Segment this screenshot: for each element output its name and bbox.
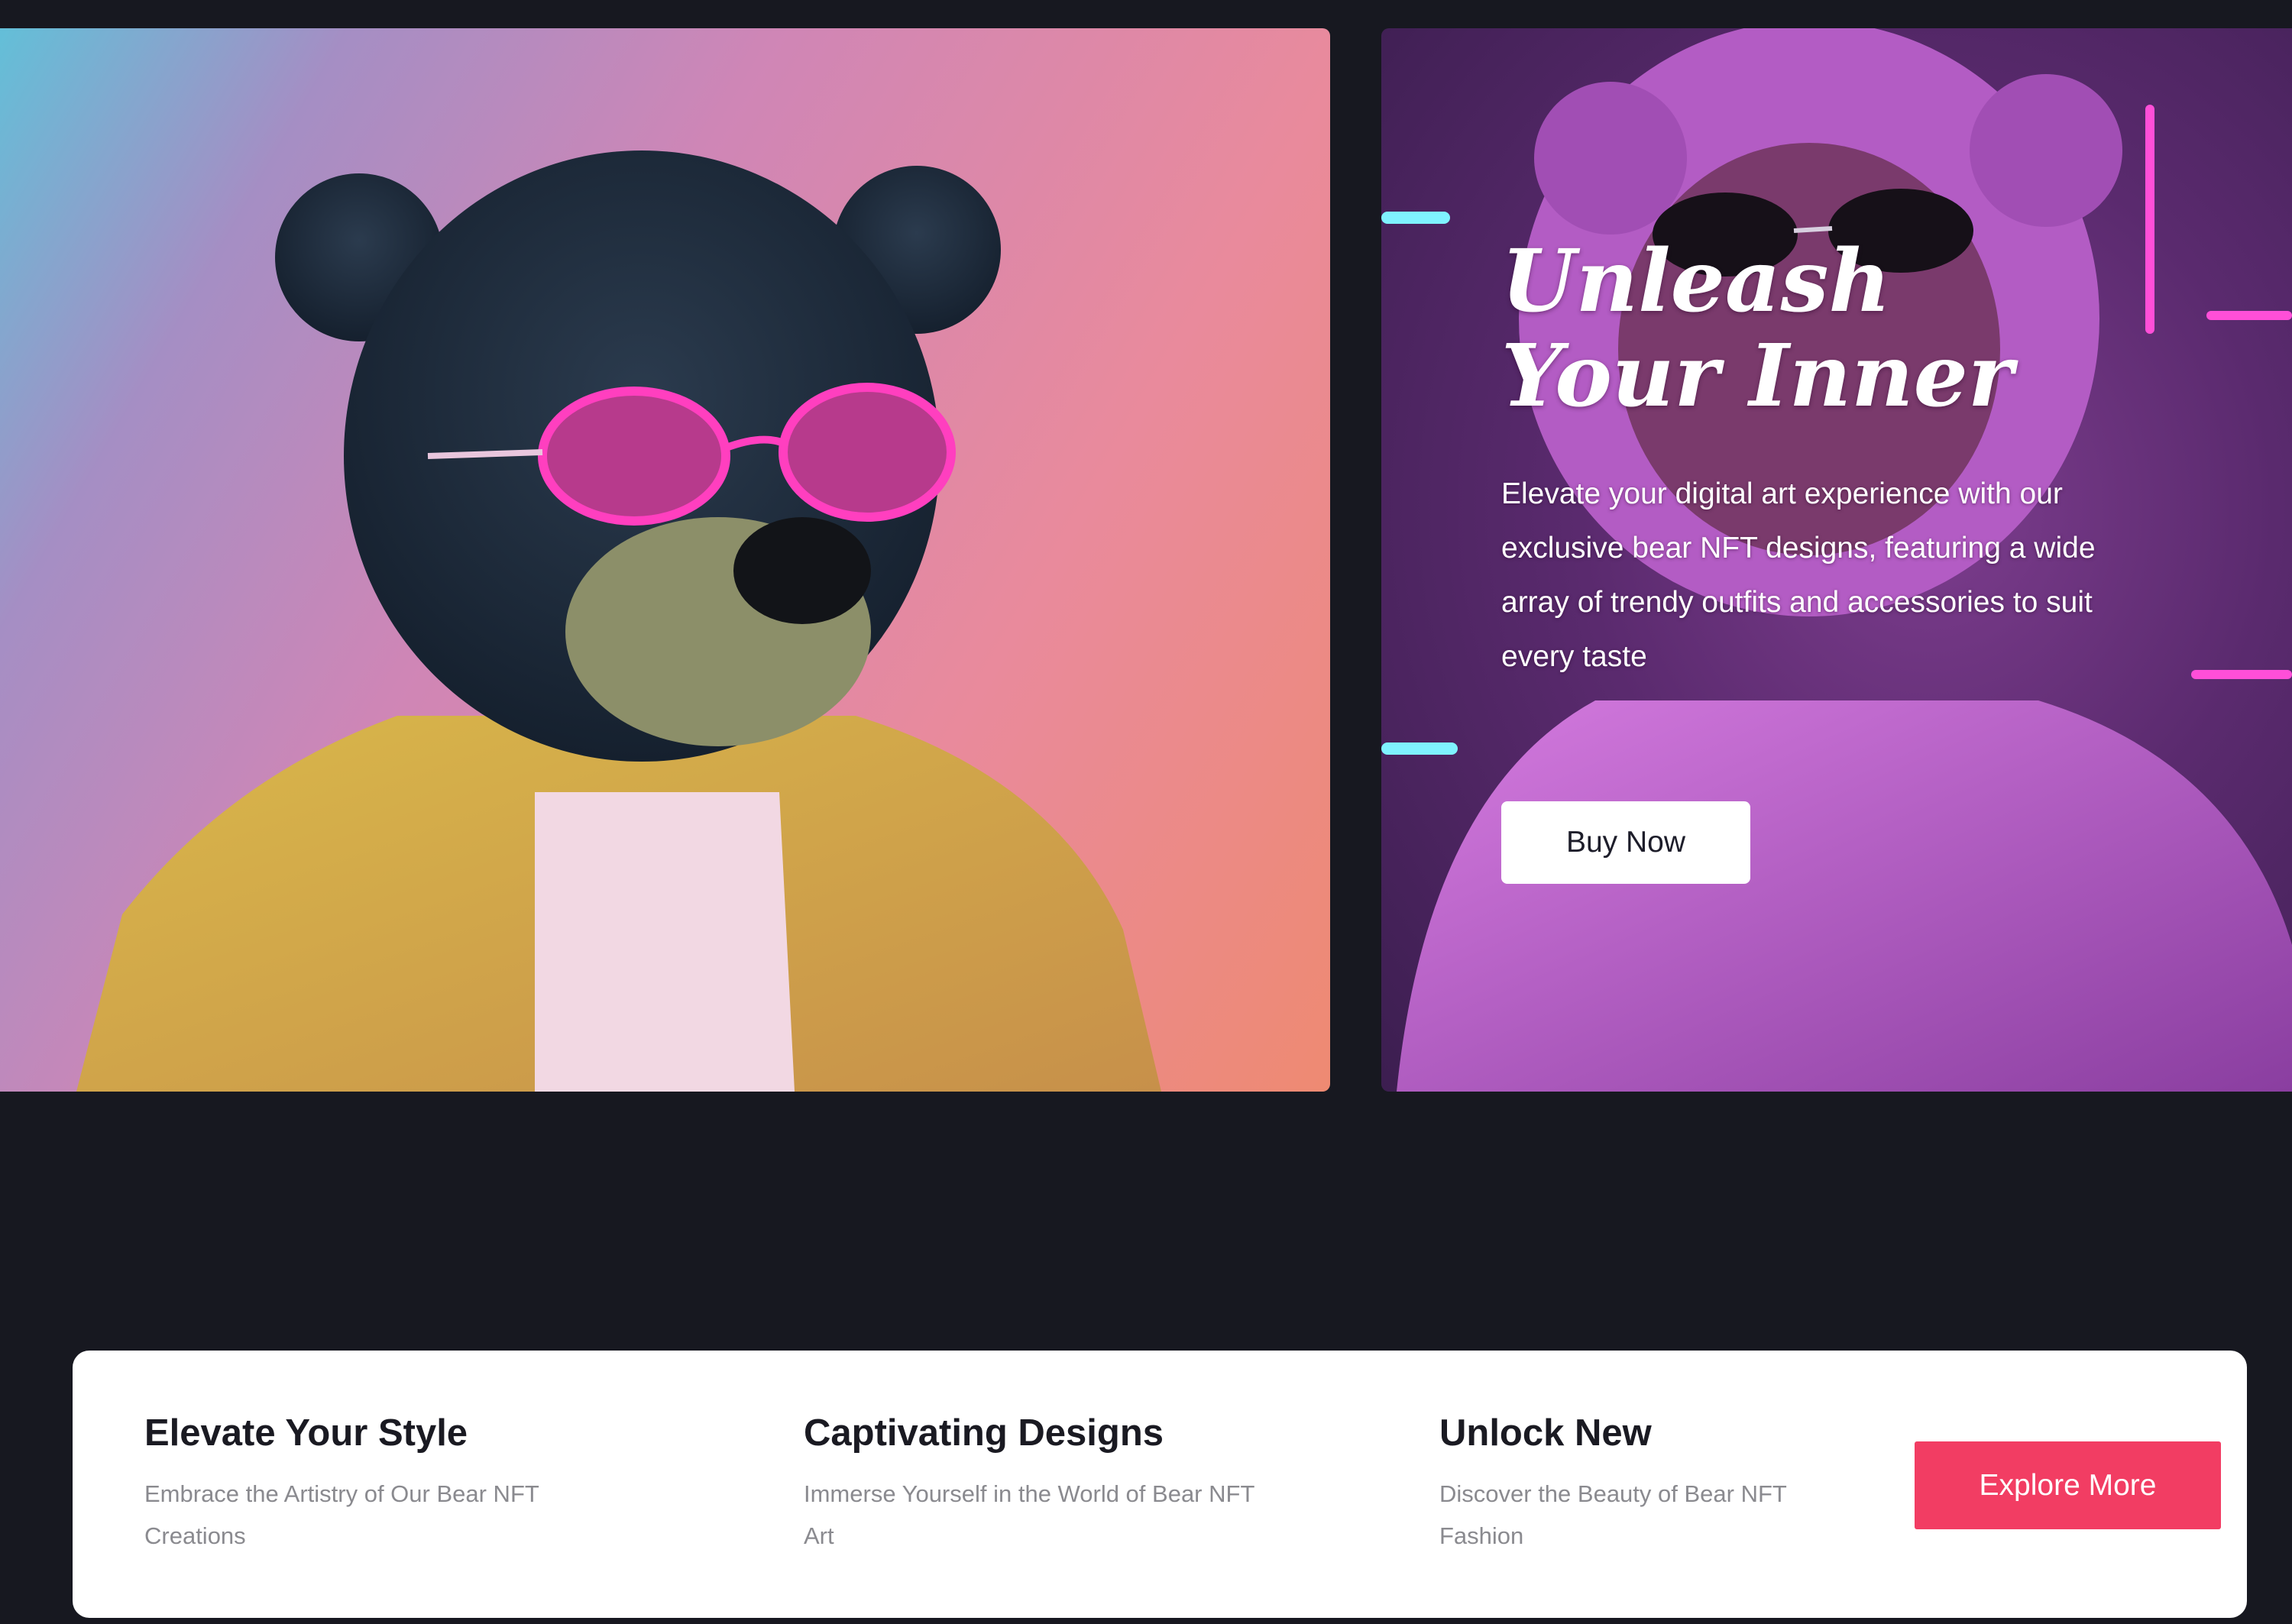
feature-title: Elevate Your Style: [144, 1412, 468, 1454]
feature-title: Unlock New: [1439, 1412, 1652, 1454]
feature-item-style: Elevate Your Style Embrace the Artistry …: [144, 1410, 618, 1557]
feature-description: Embrace the Artistry of Our Bear NFT Cre…: [144, 1480, 539, 1549]
bear-yellow-jacket-illustration: [76, 150, 1161, 1092]
hero-text-block: Unleash Your Inner Elevate your digital …: [1501, 235, 2158, 684]
feature-bar: Elevate Your Style Embrace the Artistry …: [73, 1351, 2247, 1618]
buy-now-button[interactable]: Buy Now: [1501, 801, 1750, 884]
feature-item-designs: Captivating Designs Immerse Yourself in …: [804, 1410, 1277, 1557]
explore-more-button[interactable]: Explore More: [1915, 1441, 2221, 1529]
hero-description: Elevate your digital art experience with…: [1501, 477, 2096, 673]
hero-image-left: [0, 28, 1330, 1092]
feature-title: Captivating Designs: [804, 1412, 1164, 1454]
hero-card-right: Unleash Your Inner Elevate your digital …: [1381, 28, 2292, 1092]
feature-item-unlock: Unlock New Discover the Beauty of Bear N…: [1439, 1410, 1798, 1557]
feature-description: Immerse Yourself in the World of Bear NF…: [804, 1480, 1254, 1549]
feature-description: Discover the Beauty of Bear NFT Fashion: [1439, 1480, 1787, 1549]
hero-title: Unleash Your Inner: [1501, 231, 2013, 426]
